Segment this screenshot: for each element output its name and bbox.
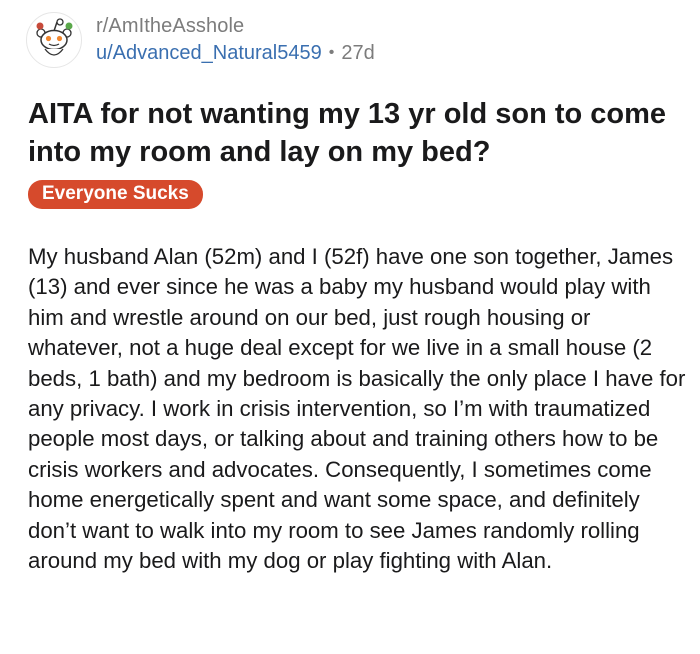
subreddit-avatar[interactable] (26, 12, 82, 68)
post-meta: r/AmItheAsshole u/Advanced_Natural5459 •… (96, 15, 375, 65)
snoo-icon (36, 18, 73, 56)
post-body: My husband Alan (52m) and I (52f) have o… (28, 244, 686, 574)
author-line: u/Advanced_Natural5459 • 27d (96, 42, 375, 65)
post-title[interactable]: AITA for not wanting my 13 yr old son to… (28, 95, 678, 171)
post-flair-badge[interactable]: Everyone Sucks (28, 180, 203, 209)
meta-separator: • (328, 44, 335, 62)
post-age: 27d (341, 42, 375, 64)
post-header: r/AmItheAsshole u/Advanced_Natural5459 •… (26, 12, 375, 68)
subreddit-name[interactable]: r/AmItheAsshole (96, 15, 375, 38)
author-username[interactable]: u/Advanced_Natural5459 (96, 42, 322, 65)
